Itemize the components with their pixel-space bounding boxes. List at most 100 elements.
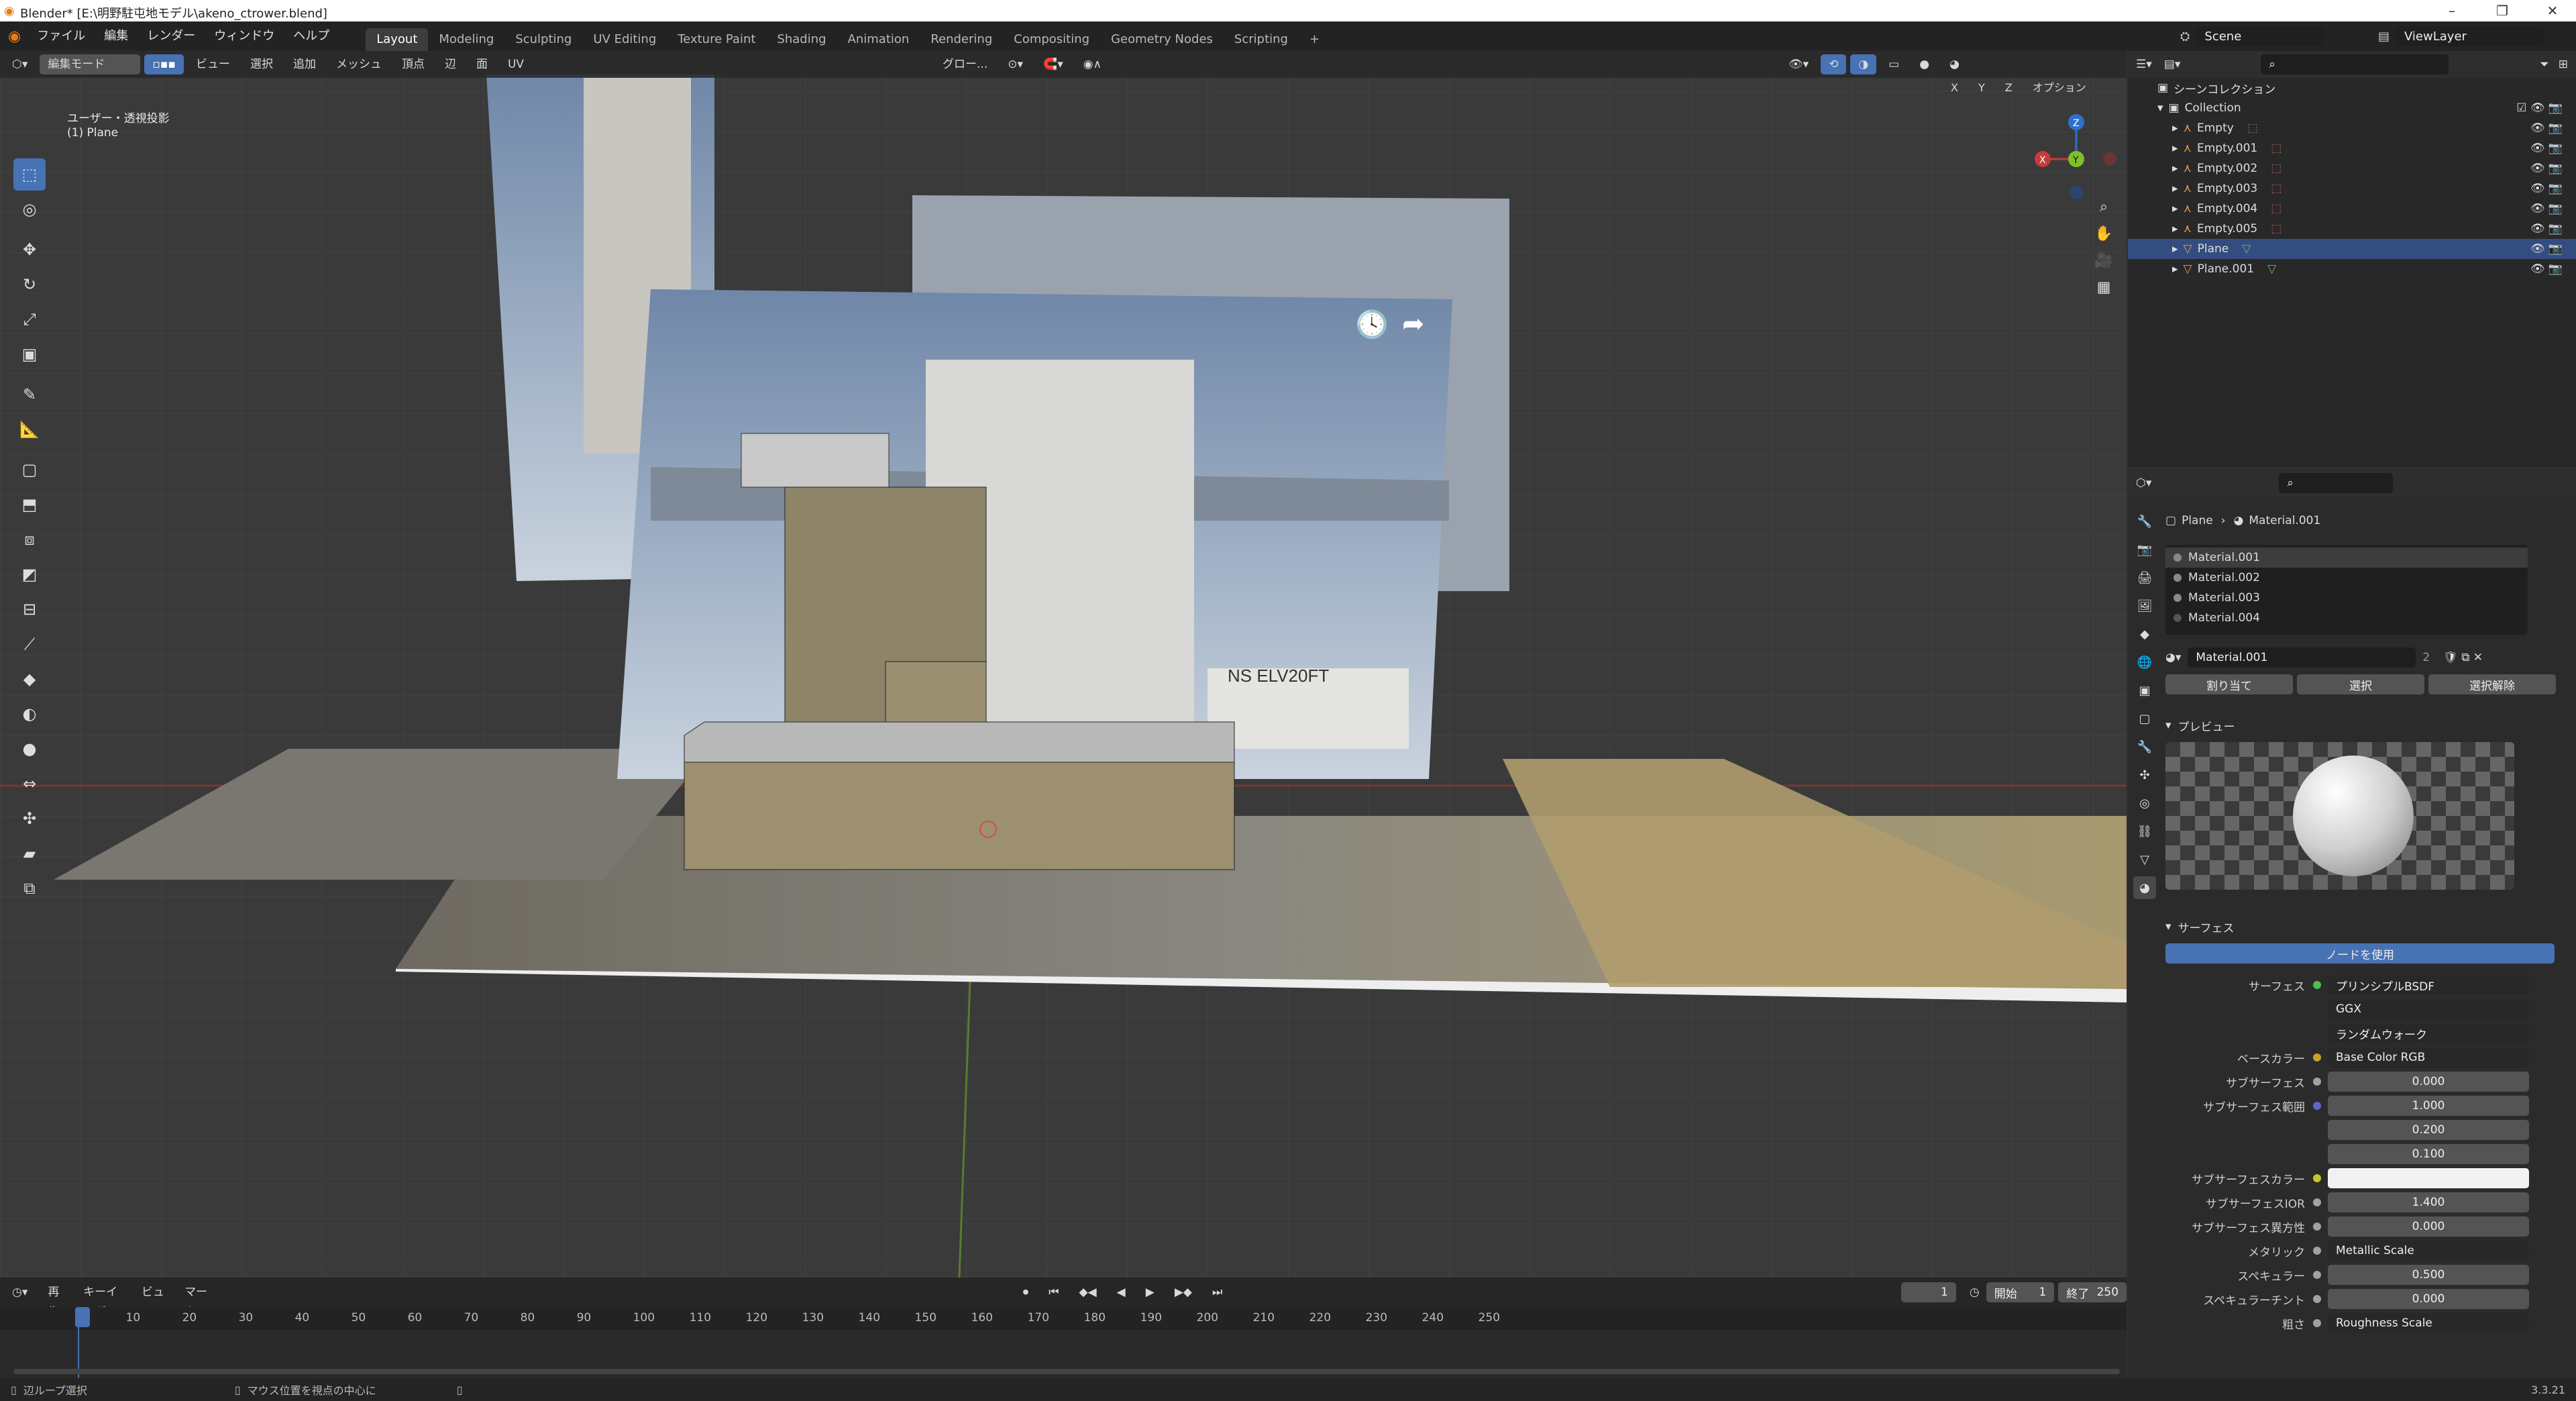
play-reverse-icon[interactable]: ◀: [1109, 1282, 1134, 1302]
new-collection-icon[interactable]: ⊞: [2559, 58, 2568, 71]
blender-menu-icon[interactable]: ◉: [8, 28, 21, 45]
physics-tab-icon[interactable]: ◎: [2133, 792, 2156, 815]
particles-tab-icon[interactable]: ✣: [2133, 764, 2156, 786]
menu-add[interactable]: 追加: [285, 54, 324, 74]
play-icon[interactable]: ▶: [1138, 1282, 1163, 1302]
render-tab-icon[interactable]: 📷: [2133, 538, 2156, 561]
outliner-item[interactable]: ▸ ▽ Plane.001 ▽ 👁 📷: [2128, 259, 2576, 279]
end-frame-field[interactable]: 終了 250: [2058, 1282, 2127, 1302]
collection-checkbox[interactable]: ☑ 👁 📷: [2516, 101, 2563, 115]
overlay-toggle-icon[interactable]: ◑: [1850, 54, 1877, 74]
view-layer-selector[interactable]: ▤ ViewLayer: [2378, 25, 2544, 47]
prev-key-icon[interactable]: ◆◀: [1071, 1282, 1105, 1302]
property-value-field[interactable]: プリンシプルBSDF: [2328, 975, 2529, 995]
tab-shading[interactable]: Shading: [766, 28, 837, 51]
outliner-item[interactable]: ▸ ⋏ Empty.005 ⬚ 👁 📷: [2128, 219, 2576, 239]
surface-panel-header[interactable]: ▾ サーフェス: [2165, 917, 2568, 937]
property-value-field[interactable]: 0.500: [2328, 1265, 2529, 1285]
property-value-field[interactable]: Roughness Scale: [2328, 1313, 2529, 1333]
outliner-item[interactable]: ▸ ⋏ Empty.001 ⬚ 👁 📷: [2128, 138, 2576, 158]
add-cube-tool[interactable]: ▢: [13, 454, 46, 486]
select-box-tool[interactable]: ⬚: [13, 158, 46, 191]
shading-solid-icon[interactable]: ●: [1911, 54, 1937, 74]
menu-mesh[interactable]: メッシュ: [328, 54, 390, 74]
world-tab-icon[interactable]: 🌐: [2133, 651, 2156, 674]
constraints-tab-icon[interactable]: ⛓: [2133, 820, 2156, 843]
socket-dot-icon[interactable]: [2313, 1053, 2321, 1061]
properties-search-input[interactable]: ⌕: [2279, 473, 2394, 493]
frame-ruler[interactable]: 1102030405060708090100110120130140150160…: [0, 1307, 2127, 1330]
view-layer-name-field[interactable]: ViewLayer: [2396, 26, 2544, 46]
cursor-tool[interactable]: ◎: [13, 193, 46, 225]
outliner-search-input[interactable]: ⌕: [2261, 54, 2449, 74]
preview-panel-header[interactable]: ▾ プレビュー: [2165, 715, 2568, 735]
material-slot[interactable]: Material.001: [2165, 548, 2528, 568]
outliner-editor-icon[interactable]: ☰▾: [2136, 58, 2152, 71]
output-tab-icon[interactable]: 🖨: [2133, 566, 2156, 589]
visibility-eye-icon[interactable]: 👁 📷: [2530, 222, 2563, 236]
property-value-field[interactable]: 0.100: [2328, 1144, 2529, 1164]
outliner-item[interactable]: ▸ ⋏ Empty.003 ⬚ 👁 📷: [2128, 178, 2576, 199]
measure-tool[interactable]: 📐: [13, 413, 46, 446]
start-frame-field[interactable]: 開始 1: [1986, 1282, 2055, 1302]
scene-collection-row[interactable]: ▣ シーンコレクション: [2128, 78, 2576, 98]
add-workspace-button[interactable]: +: [1299, 28, 1330, 51]
zoom-icon[interactable]: ⌕: [2090, 193, 2117, 220]
options-button[interactable]: オプション: [2025, 78, 2094, 98]
socket-dot-icon[interactable]: [2313, 1174, 2321, 1182]
material-slot[interactable]: Material.004: [2165, 608, 2528, 628]
expand-arrow-icon[interactable]: ▸: [2172, 222, 2178, 236]
outliner-item[interactable]: ▸ ⋏ Empty.002 ⬚ 👁 📷: [2128, 158, 2576, 178]
move-tool[interactable]: ✥: [13, 234, 46, 266]
gizmo-toggle-icon[interactable]: ⟲: [1821, 54, 1847, 74]
property-value-field[interactable]: ランダムウォーク: [2328, 1023, 2529, 1043]
object-tab-icon[interactable]: ▢: [2133, 707, 2156, 730]
menu-window[interactable]: ウィンドウ: [205, 21, 284, 51]
expand-arrow-icon[interactable]: ▸: [2172, 182, 2178, 195]
visibility-eye-icon[interactable]: 👁 📷: [2530, 262, 2563, 276]
tab-rendering[interactable]: Rendering: [920, 28, 1003, 51]
transform-tool[interactable]: ▣: [13, 338, 46, 370]
axis-z-button[interactable]: Z: [1997, 78, 2021, 98]
socket-dot-icon[interactable]: [2313, 981, 2321, 989]
property-value-field[interactable]: 0.000: [2328, 1216, 2529, 1237]
knife-tool[interactable]: ⟋: [13, 628, 46, 660]
socket-dot-icon[interactable]: [2313, 1247, 2321, 1255]
menu-playback[interactable]: 再生: [40, 1282, 71, 1319]
transform-orientation-dropdown[interactable]: グロー...: [934, 54, 996, 74]
material-slot[interactable]: Material.002: [2165, 568, 2528, 588]
menu-select[interactable]: 選択: [242, 54, 281, 74]
menu-keying[interactable]: キーイング: [75, 1282, 129, 1319]
tab-layout[interactable]: Layout: [366, 28, 429, 51]
collection-tab-icon[interactable]: ▣: [2133, 679, 2156, 702]
shrink-fatten-tool[interactable]: ✣: [13, 802, 46, 835]
display-mode-icon[interactable]: ▤▾: [2164, 58, 2181, 71]
extrude-tool[interactable]: ⬒: [13, 488, 46, 521]
current-frame-field[interactable]: 1: [1901, 1282, 1956, 1302]
tab-texture-paint[interactable]: Texture Paint: [667, 28, 766, 51]
use-nodes-button[interactable]: ノードを使用: [2165, 943, 2555, 964]
tab-sculpting[interactable]: Sculpting: [504, 28, 582, 51]
inset-tool[interactable]: ⧈: [13, 523, 46, 556]
expand-arrow-icon[interactable]: ▾: [2157, 101, 2163, 115]
tab-animation[interactable]: Animation: [837, 28, 920, 51]
pivot-icon[interactable]: ⊙▾: [1000, 54, 1031, 74]
socket-dot-icon[interactable]: [2313, 1223, 2321, 1231]
close-button[interactable]: ✕: [2529, 0, 2576, 21]
scene-selector[interactable]: ⛭ Scene: [2180, 25, 2324, 47]
minimize-button[interactable]: –: [2428, 0, 2475, 21]
visibility-eye-icon[interactable]: 👁 📷: [2530, 121, 2563, 135]
socket-dot-icon[interactable]: [2313, 1295, 2321, 1303]
loop-cut-tool[interactable]: ⊟: [13, 593, 46, 625]
menu-view[interactable]: ビュー: [188, 54, 238, 74]
visibility-icon[interactable]: 👁▾: [1780, 54, 1817, 74]
outliner-item[interactable]: ▸ ⋏ Empty ⬚ 👁 📷: [2128, 118, 2576, 138]
user-count[interactable]: 2: [2422, 651, 2430, 664]
socket-dot-icon[interactable]: [2313, 1102, 2321, 1110]
property-value-field[interactable]: 0.000: [2328, 1289, 2529, 1309]
property-value-field[interactable]: Metallic Scale: [2328, 1241, 2529, 1261]
tab-compositing[interactable]: Compositing: [1003, 28, 1100, 51]
shading-material-icon[interactable]: ◕: [1941, 54, 1968, 74]
snap-icon[interactable]: 🧲▾: [1035, 54, 1071, 74]
visibility-eye-icon[interactable]: 👁 📷: [2530, 242, 2563, 256]
